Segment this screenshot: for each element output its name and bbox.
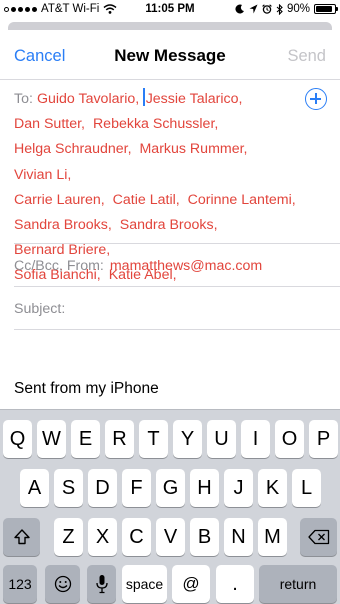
moon-icon (235, 4, 244, 14)
subject-field[interactable]: Subject: (14, 301, 65, 317)
emoji-key[interactable] (45, 565, 80, 603)
key-b[interactable]: B (190, 518, 219, 556)
key-e[interactable]: E (71, 420, 100, 458)
key-u[interactable]: U (207, 420, 236, 458)
recipient-token[interactable]: Guido Tavolario, (37, 91, 139, 107)
key-r[interactable]: R (105, 420, 134, 458)
keyboard: Q W E R T Y U I O P A S D F G H J K L Z … (0, 409, 340, 604)
space-key[interactable]: space (122, 565, 167, 603)
key-j[interactable]: J (224, 469, 253, 507)
key-x[interactable]: X (88, 518, 117, 556)
key-m[interactable]: M (258, 518, 287, 556)
send-button[interactable]: Send (287, 47, 326, 66)
recipient-token[interactable]: Vivian Li, (14, 167, 71, 183)
cc-bcc-from-label: Cc/Bcc, From: (14, 258, 104, 274)
recipient-token[interactable]: Bernard Briere, (14, 242, 110, 258)
key-l[interactable]: L (292, 469, 321, 507)
key-c[interactable]: C (122, 518, 151, 556)
key-z[interactable]: Z (54, 518, 83, 556)
background-sheet (8, 22, 332, 30)
divider (14, 243, 340, 244)
status-bar: AT&T Wi-Fi 11:05 PM 90% (0, 0, 340, 20)
plus-circle-icon[interactable] (305, 88, 327, 110)
battery-level (316, 6, 333, 12)
shift-key[interactable] (3, 518, 40, 556)
compose-nav-bar: Cancel New Message Send (0, 30, 340, 80)
backspace-icon (307, 529, 329, 545)
key-q[interactable]: Q (3, 420, 32, 458)
recipient-token[interactable]: Helga Schraudner, (14, 141, 132, 157)
battery-percent: 90% (286, 3, 310, 15)
recipient-token[interactable]: Jessie Talarico, (146, 91, 243, 107)
key-a[interactable]: A (20, 469, 49, 507)
period-key[interactable]: . (216, 565, 254, 603)
from-address[interactable]: mamatthews@mac.com (110, 258, 262, 274)
key-p[interactable]: P (309, 420, 338, 458)
key-d[interactable]: D (88, 469, 117, 507)
divider (14, 329, 340, 330)
battery-icon (314, 4, 338, 14)
microphone-icon (95, 575, 108, 594)
emoji-face-icon (54, 575, 71, 593)
key-h[interactable]: H (190, 469, 219, 507)
at-key[interactable]: @ (172, 565, 210, 603)
recipient-token[interactable]: Dan Sutter, (14, 116, 85, 132)
shift-arrow-icon (13, 529, 30, 545)
alarm-clock-icon (262, 4, 272, 14)
key-w[interactable]: W (37, 420, 66, 458)
recipient-token[interactable]: Markus Rummer, (139, 141, 247, 157)
recipient-token[interactable]: Catie Latil, (113, 192, 180, 208)
recipient-token[interactable]: Carrie Lauren, (14, 192, 105, 208)
key-o[interactable]: O (275, 420, 304, 458)
key-f[interactable]: F (122, 469, 151, 507)
recipient-token[interactable]: Sandra Brooks, (120, 217, 218, 233)
recipient-token[interactable]: Sandra Brooks, (14, 217, 112, 233)
recipient-token[interactable]: Corinne Lantemi, (188, 192, 296, 208)
location-arrow-icon (249, 4, 258, 14)
divider (14, 286, 340, 287)
key-y[interactable]: Y (173, 420, 202, 458)
recipient-token[interactable]: Rebekka Schussler, (93, 116, 218, 132)
delete-key[interactable] (300, 518, 337, 556)
key-g[interactable]: G (156, 469, 185, 507)
text-cursor (143, 88, 145, 106)
bluetooth-icon (276, 3, 283, 15)
key-n[interactable]: N (224, 518, 253, 556)
dictation-key[interactable] (87, 565, 116, 603)
numbers-key[interactable]: 123 (3, 565, 37, 603)
return-key[interactable]: return (259, 565, 337, 603)
key-v[interactable]: V (156, 518, 185, 556)
key-t[interactable]: T (139, 420, 168, 458)
key-k[interactable]: K (258, 469, 287, 507)
to-label: To: (14, 91, 33, 107)
key-i[interactable]: I (241, 420, 270, 458)
key-s[interactable]: S (54, 469, 83, 507)
cc-bcc-from-field[interactable]: Cc/Bcc, From: mamatthews@mac.com (14, 258, 262, 274)
status-right: 90% (235, 3, 338, 15)
message-signature[interactable]: Sent from my iPhone (14, 380, 159, 398)
